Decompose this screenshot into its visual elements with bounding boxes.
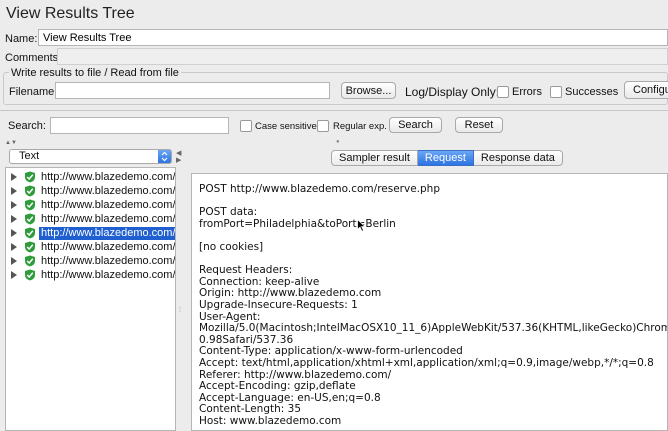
errors-label: Errors bbox=[512, 86, 542, 98]
tree-row-url: http://www.blazedemo.com/pu bbox=[41, 213, 176, 225]
success-shield-icon bbox=[25, 185, 35, 197]
request-line: Content-Type: application/x-www-form-url… bbox=[199, 345, 463, 358]
request-line: [no cookies] bbox=[199, 241, 264, 253]
separator bbox=[0, 110, 668, 111]
expand-arrow-icon[interactable] bbox=[11, 271, 17, 279]
request-line: Connection: keep-alive bbox=[199, 275, 320, 288]
successes-checkbox[interactable] bbox=[550, 86, 562, 98]
log-display-label: Log/Display Only: bbox=[405, 85, 500, 99]
chevron-updown-icon[interactable] bbox=[158, 150, 171, 163]
left-splitter-arrows[interactable]: ◀ ▶ bbox=[176, 150, 181, 164]
request-line: Host: www.blazedemo.com bbox=[199, 415, 342, 427]
expand-arrow-icon[interactable] bbox=[11, 215, 17, 223]
filename-label: Filename bbox=[9, 86, 55, 98]
search-button[interactable]: Search bbox=[389, 117, 442, 133]
success-shield-icon bbox=[25, 199, 35, 211]
request-line: Accept-Language: en-US,en;q=0.8 bbox=[199, 391, 381, 404]
case-sensitive-label: Case sensitive bbox=[255, 121, 317, 132]
reset-button[interactable]: Reset bbox=[455, 117, 503, 133]
success-shield-icon bbox=[25, 255, 35, 267]
request-line: Accept-Encoding: gzip,deflate bbox=[199, 380, 356, 393]
expand-arrow-icon[interactable] bbox=[11, 201, 17, 209]
success-shield-icon bbox=[25, 171, 35, 183]
regex-checkbox[interactable] bbox=[317, 120, 329, 132]
expand-arrow-icon[interactable] bbox=[11, 229, 17, 237]
success-shield-icon bbox=[25, 269, 35, 281]
request-line: 0.98Safari/537.36 bbox=[199, 333, 294, 346]
tab-response-data[interactable]: Response data bbox=[473, 150, 563, 166]
tree-row[interactable]: http://www.blazedemo.com/co bbox=[6, 269, 176, 283]
tree-row[interactable]: http://www.blazedemo.com/pu bbox=[6, 255, 176, 269]
regex-label: Regular exp. bbox=[333, 121, 387, 132]
tree-row[interactable]: http://www.blazedemo.com/ bbox=[6, 185, 176, 199]
request-line: Origin: http://www.blazedemo.com bbox=[199, 287, 382, 300]
tree-row-url: http://www.blazedemo.com/co bbox=[41, 269, 176, 281]
request-line: Request Headers: bbox=[199, 264, 293, 277]
case-sensitive-checkbox[interactable] bbox=[240, 120, 252, 132]
tree-row-url: http://www.blazedemo.com/pu bbox=[41, 255, 176, 267]
request-line: POST data: bbox=[199, 206, 258, 219]
configure-button[interactable]: Configu bbox=[624, 81, 668, 99]
success-shield-icon bbox=[25, 213, 35, 225]
expand-arrow-icon[interactable] bbox=[11, 173, 17, 181]
collapse-arrows[interactable]: ▲▼ bbox=[5, 140, 17, 146]
successes-label: Successes bbox=[565, 86, 619, 98]
request-line: POST http://www.blazedemo.com/reserve.ph… bbox=[199, 183, 440, 195]
tree-row-url: http://www.blazedemo.com/res bbox=[41, 199, 176, 211]
tab-sampler-result[interactable]: Sampler result bbox=[331, 150, 418, 166]
request-content[interactable]: POST http://www.blazedemo.com/reserve.ph… bbox=[191, 173, 668, 431]
comments-input[interactable] bbox=[57, 48, 668, 65]
request-line: Content-Length: 35 bbox=[199, 403, 302, 416]
request-line: Accept: text/html,application/xhtml+xml,… bbox=[199, 357, 654, 369]
comments-label: Comments: bbox=[5, 52, 62, 64]
tree-row[interactable]: http://www.blazedemo.com/res bbox=[6, 199, 176, 213]
request-line: User-Agent: bbox=[199, 310, 261, 323]
tree-row[interactable]: http://www.blazedemo.com/ bbox=[6, 171, 176, 185]
success-shield-icon bbox=[25, 241, 35, 253]
name-label: Name: bbox=[5, 33, 38, 45]
errors-checkbox[interactable] bbox=[497, 86, 509, 98]
tree-row-url: http://www.blazedemo.com/res bbox=[39, 227, 175, 240]
chevron-updown-icon-svg bbox=[161, 151, 168, 162]
browse-button[interactable]: Browse... bbox=[341, 82, 396, 99]
write-results-legend: Write results to file / Read from file bbox=[9, 67, 181, 79]
tab-request[interactable]: Request bbox=[417, 150, 474, 166]
renderer-select[interactable]: Text bbox=[9, 149, 172, 164]
expand-arrow-icon[interactable] bbox=[11, 257, 17, 265]
detail-tabs: Sampler result Request Response data bbox=[331, 150, 563, 166]
vertical-splitter-grip[interactable]: ⋮ bbox=[177, 306, 183, 313]
tree-row-url: http://www.blazedemo.com/co bbox=[41, 241, 176, 253]
name-input[interactable] bbox=[38, 29, 668, 46]
tree-row-url: http://www.blazedemo.com/ bbox=[41, 185, 176, 197]
window-title: View Results Tree bbox=[6, 5, 135, 22]
results-tree[interactable]: http://www.blazedemo.com/http://www.blaz… bbox=[5, 167, 176, 431]
splitter-dot[interactable]: ● bbox=[336, 139, 340, 145]
tree-row[interactable]: http://www.blazedemo.com/pu bbox=[6, 213, 176, 227]
filename-input[interactable] bbox=[55, 82, 330, 99]
tree-row[interactable]: http://www.blazedemo.com/res bbox=[6, 227, 175, 241]
renderer-select-value: Text bbox=[19, 150, 40, 162]
search-input[interactable] bbox=[50, 117, 229, 134]
tree-row-url: http://www.blazedemo.com/ bbox=[41, 171, 176, 183]
expand-arrow-icon[interactable] bbox=[11, 243, 17, 251]
search-label: Search: bbox=[8, 120, 46, 132]
request-line: Upgrade-Insecure-Requests: 1 bbox=[199, 299, 358, 311]
expand-arrow-icon[interactable] bbox=[11, 187, 17, 195]
success-shield-icon bbox=[25, 227, 35, 239]
request-line: fromPort=Philadelphia&toPort=Berlin bbox=[199, 217, 396, 230]
tree-row[interactable]: http://www.blazedemo.com/co bbox=[6, 241, 176, 255]
mouse-cursor-icon bbox=[357, 219, 366, 232]
request-line: Referer: http://www.blazedemo.com/ bbox=[199, 368, 392, 381]
request-line: Mozilla/5.0(Macintosh;IntelMacOSX10_11_6… bbox=[199, 322, 667, 335]
